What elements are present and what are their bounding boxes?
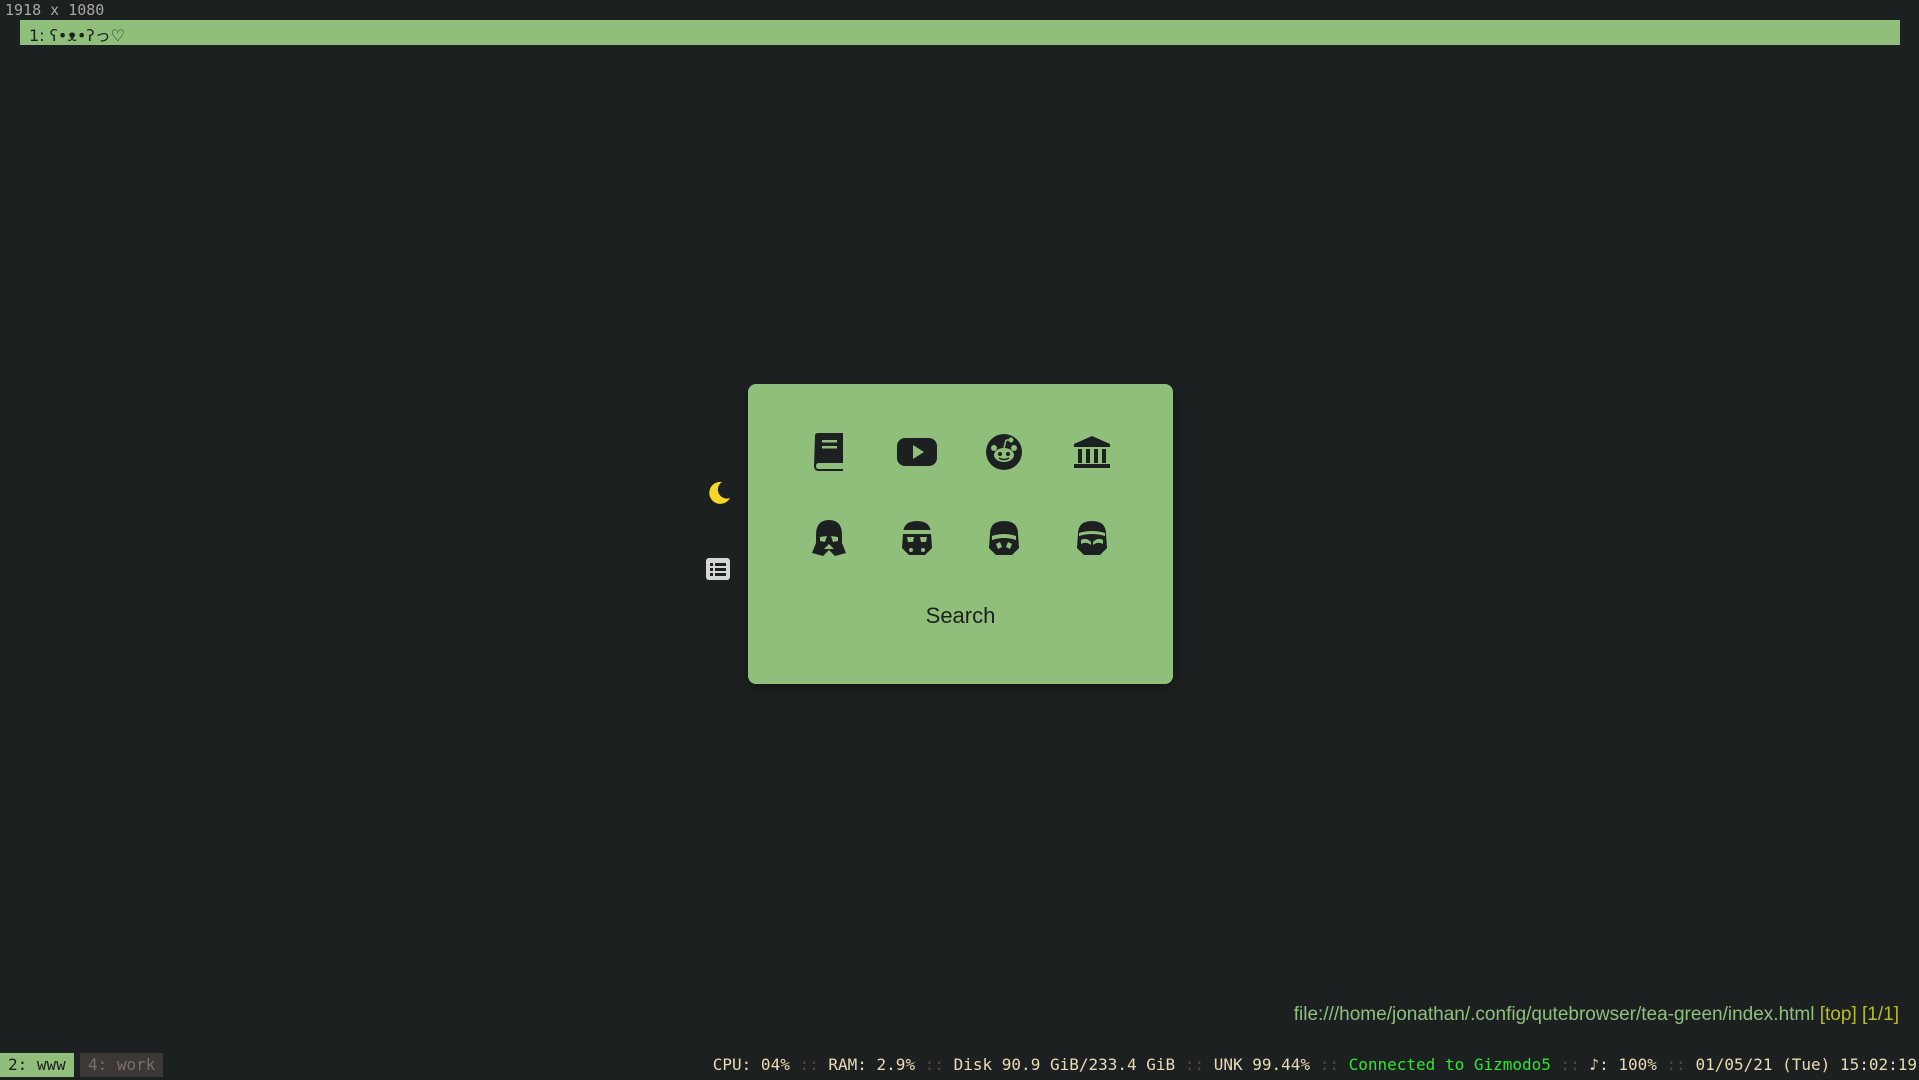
separator: ::	[924, 1055, 944, 1074]
ram-status: RAM: 2.9%	[828, 1055, 916, 1074]
system-status-bar: CPU: 04% :: RAM: 2.9% :: Disk 90.9 GiB/2…	[713, 1053, 1917, 1077]
reddit-icon	[985, 433, 1023, 475]
darth-vader-link[interactable]	[803, 514, 855, 566]
browser-tab[interactable]: 1: ʕ•ᴥ•ʔっ♡	[20, 20, 1900, 45]
stormtrooper-link-3[interactable]	[1066, 514, 1118, 566]
volume-status: ♪: 100%	[1589, 1055, 1657, 1074]
stormtrooper-link-2[interactable]	[978, 514, 1030, 566]
bank-link[interactable]	[1066, 428, 1118, 480]
unk-status: UNK 99.44%	[1213, 1055, 1311, 1074]
tab-index: [1/1]	[1862, 1004, 1899, 1025]
youtube-icon	[896, 437, 938, 471]
search-button[interactable]: Search	[748, 603, 1173, 629]
theme-toggle-button[interactable]	[703, 478, 733, 512]
datetime-status: 01/05/21 (Tue) 15:02:19	[1695, 1055, 1917, 1074]
stormtrooper-icon	[986, 520, 1022, 560]
workspace-work[interactable]: 4: work	[80, 1053, 164, 1077]
separator: ::	[1666, 1055, 1686, 1074]
tab-title: 1: ʕ•ᴥ•ʔっ♡	[29, 26, 125, 45]
network-status: Connected to Gizmodo5	[1348, 1055, 1551, 1074]
reddit-link[interactable]	[978, 428, 1030, 480]
bank-icon	[1073, 435, 1111, 473]
separator: ::	[1319, 1055, 1339, 1074]
workspace-www[interactable]: 2: www	[0, 1053, 74, 1077]
moon-icon	[704, 479, 732, 511]
youtube-link[interactable]	[891, 428, 943, 480]
current-url: file:///home/jonathan/.config/qutebrowse…	[1293, 1004, 1815, 1025]
scroll-position: [top]	[1819, 1004, 1857, 1025]
disk-status: Disk 90.9 GiB/233.4 GiB	[953, 1055, 1176, 1074]
list-button[interactable]	[703, 554, 733, 588]
book-link[interactable]	[803, 428, 855, 480]
stormtrooper-icon	[1074, 520, 1110, 560]
separator: ::	[799, 1055, 819, 1074]
darth-vader-icon	[811, 519, 847, 561]
separator: ::	[1560, 1055, 1580, 1074]
list-icon	[705, 557, 731, 585]
separator: ::	[1184, 1055, 1205, 1074]
cpu-status: CPU: 04%	[712, 1055, 790, 1074]
stormtrooper-icon	[899, 520, 935, 560]
startpage-card: Search	[748, 384, 1173, 684]
book-icon	[811, 432, 847, 476]
stormtrooper-link-1[interactable]	[891, 514, 943, 566]
status-url-line: file:///home/jonathan/.config/qutebrowse…	[1294, 1004, 1899, 1026]
screen-dimensions-label: 1918 x 1080	[5, 1, 105, 19]
